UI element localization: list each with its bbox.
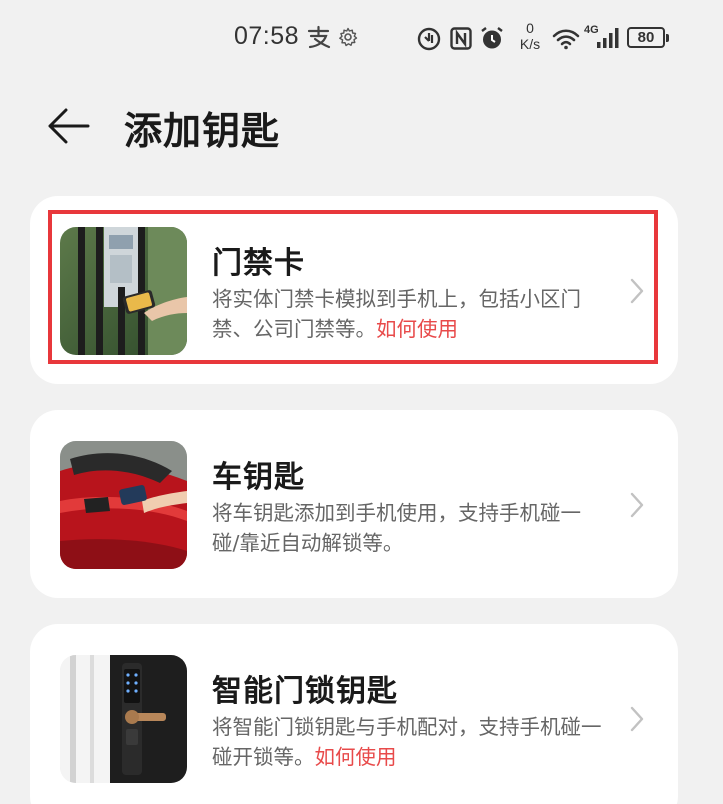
nfc-icon [450, 27, 472, 50]
chevron-right-icon [630, 278, 644, 304]
smart-lock-key-item[interactable]: 智能门锁钥匙 将智能门锁钥匙与手机配对，支持手机碰一碰开锁等。如何使用 [30, 624, 678, 804]
gear-icon [339, 27, 358, 47]
data-saver-icon [417, 27, 441, 51]
card-title: 车钥匙 [212, 460, 305, 495]
status-time: 07:58 [234, 22, 300, 50]
access-card-image [60, 227, 187, 355]
access-card-item[interactable]: 门禁卡 将实体门禁卡模拟到手机上，包括小区门禁、公司门禁等。如何使用 [30, 196, 678, 384]
how-to-use-link[interactable]: 如何使用 [376, 317, 458, 341]
how-to-use-link[interactable]: 如何使用 [315, 745, 397, 769]
card-title: 门禁卡 [212, 246, 305, 281]
wifi-icon [552, 29, 580, 50]
alarm-icon [481, 27, 503, 49]
smart-lock-image [60, 655, 187, 783]
back-arrow-icon[interactable] [44, 104, 90, 148]
chevron-right-icon [630, 706, 644, 732]
card-description-text: 将车钥匙添加到手机使用，支持手机碰一碰/靠近自动解锁等。 [212, 501, 581, 555]
car-key-item[interactable]: 车钥匙 将车钥匙添加到手机使用，支持手机碰一碰/靠近自动解锁等。 [30, 410, 678, 598]
page-title: 添加钥匙 [124, 109, 281, 153]
card-description: 将实体门禁卡模拟到手机上，包括小区门禁、公司门禁等。如何使用 [212, 284, 602, 344]
card-description: 将车钥匙添加到手机使用，支持手机碰一碰/靠近自动解锁等。 [212, 498, 602, 558]
net-speed-value: 0 [526, 20, 534, 36]
net-speed: 0 K/s [516, 20, 544, 52]
battery-icon: 80 [627, 27, 669, 48]
card-title: 智能门锁钥匙 [212, 674, 398, 709]
signal-icon [597, 28, 619, 48]
status-bar: 07:58 0 K/s 4G 80 [0, 0, 723, 80]
net-speed-unit: K/s [519, 36, 541, 52]
car-key-image [60, 441, 187, 569]
card-description: 将智能门锁钥匙与手机配对，支持手机碰一碰开锁等。如何使用 [212, 712, 602, 772]
alipay-icon [307, 25, 331, 49]
chevron-right-icon [630, 492, 644, 518]
card-description-text: 将智能门锁钥匙与手机配对，支持手机碰一碰开锁等。 [212, 715, 602, 769]
